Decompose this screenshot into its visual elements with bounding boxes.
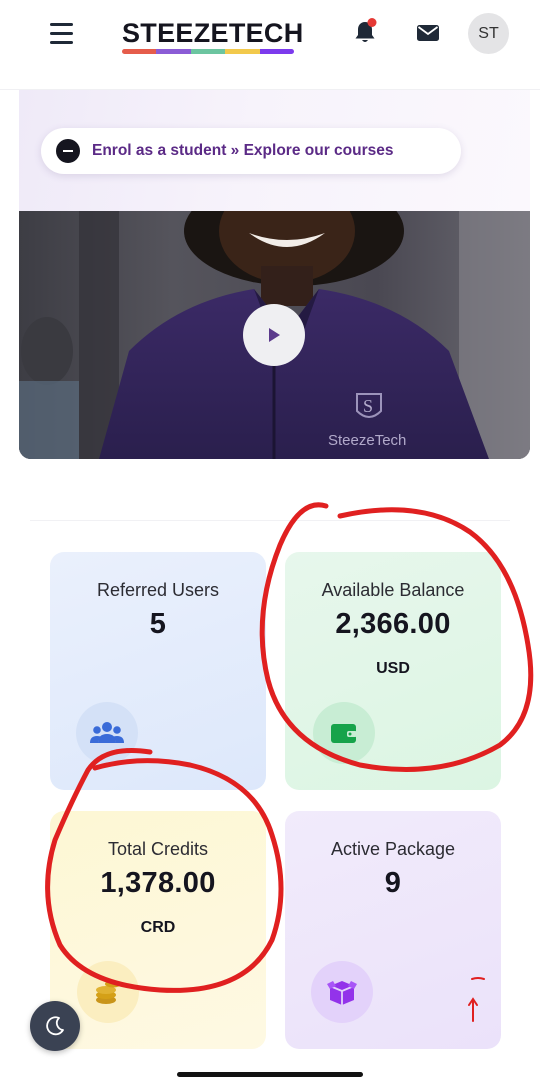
svg-text:S: S: [363, 396, 373, 416]
available-balance-value: 2,366.00: [335, 608, 451, 640]
video-watermark: SteezeTech: [328, 432, 406, 449]
menu-icon[interactable]: [50, 23, 74, 44]
users-icon: [76, 702, 138, 764]
app-header: STEEZETECH ST: [0, 0, 540, 90]
avatar[interactable]: ST: [468, 13, 509, 54]
referred-users-value: 5: [149, 608, 167, 640]
total-credits-label: Total Credits: [107, 839, 209, 859]
enrol-icon: [56, 139, 80, 163]
available-balance-card[interactable]: Available Balance 2,366.00 USD: [285, 552, 501, 790]
active-package-value: 9: [384, 867, 402, 899]
total-credits-card[interactable]: Total Credits 1,378.00 CRD: [50, 811, 266, 1049]
referred-users-label: Referred Users: [96, 580, 220, 600]
logo-underline: [122, 49, 295, 54]
coins-icon: [77, 961, 139, 1023]
section-divider: [30, 520, 510, 521]
play-icon: [269, 328, 280, 342]
available-balance-label: Available Balance: [321, 580, 465, 600]
active-package-label: Active Package: [330, 839, 456, 859]
enrol-link[interactable]: Enrol as a student » Explore our courses: [41, 128, 461, 174]
promo-video[interactable]: S SteezeTech: [19, 211, 530, 459]
home-indicator[interactable]: [177, 1072, 363, 1077]
wallet-icon: [313, 702, 375, 764]
logo[interactable]: STEEZETECH: [122, 18, 304, 54]
logo-text: STEEZETECH: [122, 18, 304, 48]
enrol-text: Enrol as a student » Explore our courses: [92, 142, 394, 159]
play-button[interactable]: [243, 304, 305, 366]
total-credits-value: 1,378.00: [100, 867, 216, 899]
theme-toggle-button[interactable]: [30, 1001, 80, 1051]
referred-users-card[interactable]: Referred Users 5: [50, 552, 266, 790]
package-icon: [311, 961, 373, 1023]
notification-dot: [367, 18, 377, 27]
available-balance-unit: USD: [376, 660, 410, 677]
bell-icon[interactable]: [352, 18, 378, 46]
mail-icon[interactable]: [416, 24, 440, 42]
total-credits-unit: CRD: [140, 919, 176, 936]
hero-section: Enrol as a student » Explore our courses: [19, 90, 530, 460]
moon-icon: [46, 1016, 64, 1036]
active-package-card[interactable]: Active Package 9: [285, 811, 501, 1049]
